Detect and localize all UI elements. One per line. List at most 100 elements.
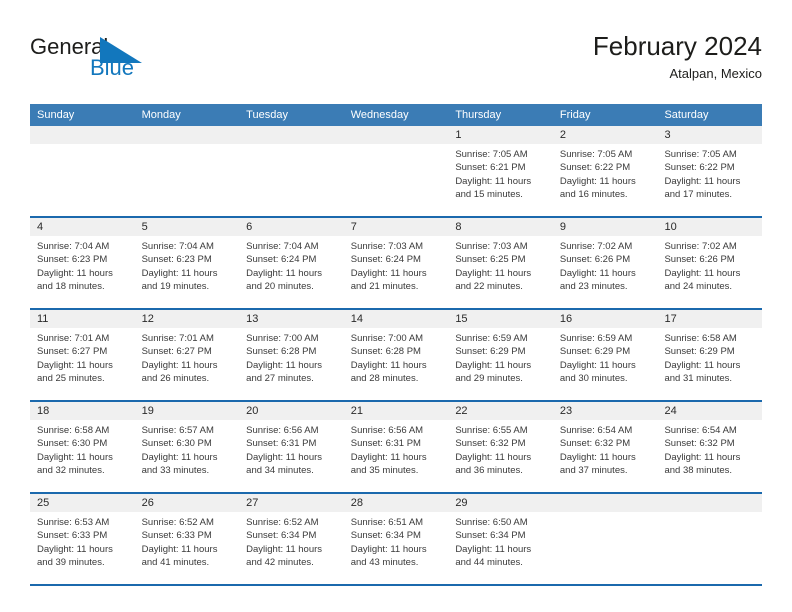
day-details: Sunrise: 7:00 AM Sunset: 6:28 PM Daylight:… xyxy=(344,328,449,386)
calendar-day-cell[interactable]: 25 Sunrise: 6:53 AM Sunset: 6:33 PM Dayligh… xyxy=(30,494,135,584)
calendar-day-cell[interactable]: 10 Sunrise: 7:02 AM Sunset: 6:26 PM Dayligh… xyxy=(657,218,763,308)
sunset-text: Sunset: 6:22 PM xyxy=(559,162,631,174)
day-number-bar: 14 xyxy=(343,310,449,328)
day-details: Sunrise: 6:52 AM Sunset: 6:34 PM Daylight:… xyxy=(239,512,344,570)
day-number-bar xyxy=(657,494,763,512)
day-number: 3 xyxy=(664,129,671,141)
weekday-header-row: Sunday Monday Tuesday Wednesday Thursday… xyxy=(30,104,762,126)
calendar-day-cell-empty xyxy=(239,126,344,216)
weekday-header-wednesday: Wednesday xyxy=(350,109,409,121)
calendar-day-cell[interactable]: 7 Sunrise: 7:03 AM Sunset: 6:24 PM Daylight… xyxy=(343,218,449,308)
daylight-text-cont: and 17 minutes. xyxy=(664,189,733,201)
day-number-bar: 10 xyxy=(657,218,763,236)
day-number: 8 xyxy=(455,221,462,233)
calendar-day-cell[interactable]: 24 Sunrise: 6:54 AM Sunset: 6:32 PM Dayligh… xyxy=(657,402,763,492)
calendar-table: Sunday Monday Tuesday Wednesday Thursday… xyxy=(30,104,763,586)
calendar-day-cell[interactable]: 5 Sunrise: 7:04 AM Sunset: 6:23 PM Daylight… xyxy=(134,218,240,308)
calendar-day-cell[interactable]: 21 Sunrise: 6:56 AM Sunset: 6:31 PM Dayligh… xyxy=(343,402,449,492)
calendar-day-cell[interactable]: 19 Sunrise: 6:57 AM Sunset: 6:30 PM Dayligh… xyxy=(134,402,240,492)
day-number: 7 xyxy=(350,221,357,233)
day-number: 10 xyxy=(664,221,677,233)
weekday-header-sunday: Sunday xyxy=(37,109,75,121)
calendar-day-cell[interactable]: 28 Sunrise: 6:51 AM Sunset: 6:34 PM Dayligh… xyxy=(343,494,449,584)
day-number-bar: 28 xyxy=(343,494,449,512)
sunrise-text: Sunrise: 7:05 AM xyxy=(455,149,528,160)
sunset-text: Sunset: 6:29 PM xyxy=(559,346,631,358)
day-number: 29 xyxy=(455,497,468,509)
weekday-header-thursday: Thursday xyxy=(455,109,502,121)
daylight-text: Daylight: 11 hours xyxy=(350,543,427,555)
day-number-bar: 22 xyxy=(448,402,553,420)
calendar-week-row: 11 Sunrise: 7:01 AM Sunset: 6:27 PM Dayligh… xyxy=(30,308,763,400)
calendar-day-cell[interactable]: 26 Sunrise: 6:52 AM Sunset: 6:33 PM Dayligh… xyxy=(134,494,240,584)
calendar-day-cell[interactable]: 15 Sunrise: 6:59 AM Sunset: 6:29 PM Dayligh… xyxy=(448,310,553,400)
calendar-day-cell[interactable]: 13 Sunrise: 7:00 AM Sunset: 6:28 PM Dayligh… xyxy=(239,310,344,400)
daylight-text-cont: and 21 minutes. xyxy=(350,281,419,293)
calendar-day-cell[interactable]: 14 Sunrise: 7:00 AM Sunset: 6:28 PM Dayligh… xyxy=(343,310,449,400)
sunrise-text: Sunrise: 6:53 AM xyxy=(37,517,110,528)
daylight-text: Daylight: 11 hours xyxy=(559,267,636,279)
daylight-text-cont: and 24 minutes. xyxy=(664,281,733,293)
calendar-day-cell[interactable]: 3 Sunrise: 7:05 AM Sunset: 6:22 PM Daylight… xyxy=(657,126,763,216)
sunset-text: Sunset: 6:26 PM xyxy=(664,254,735,266)
calendar-week-row: 1 Sunrise: 7:05 AM Sunset: 6:21 PM Daylight… xyxy=(30,126,763,216)
day-number-bar: 9 xyxy=(552,218,658,236)
daylight-text-cont: and 38 minutes. xyxy=(664,465,733,477)
calendar-day-cell[interactable]: 11 Sunrise: 7:01 AM Sunset: 6:27 PM Dayligh… xyxy=(30,310,135,400)
sunset-text: Sunset: 6:32 PM xyxy=(559,438,631,450)
calendar-day-cell[interactable]: 29 Sunrise: 6:50 AM Sunset: 6:34 PM Dayligh… xyxy=(448,494,553,584)
day-number: 2 xyxy=(559,129,567,141)
calendar-day-cell[interactable]: 23 Sunrise: 6:54 AM Sunset: 6:32 PM Dayligh… xyxy=(552,402,658,492)
daylight-text: Daylight: 11 hours xyxy=(664,451,741,463)
day-details: Sunrise: 6:58 AM Sunset: 6:30 PM Daylight:… xyxy=(30,420,135,478)
sunset-text: Sunset: 6:34 PM xyxy=(350,530,421,542)
calendar-day-cell[interactable]: 4 Sunrise: 7:04 AM Sunset: 6:23 PM Daylight… xyxy=(30,218,135,308)
daylight-text-cont: and 33 minutes. xyxy=(141,465,210,477)
calendar-day-cell[interactable]: 2 Sunrise: 7:05 AM Sunset: 6:22 PM Daylight… xyxy=(552,126,658,216)
day-number-bar: 27 xyxy=(239,494,344,512)
sunrise-text: Sunrise: 6:56 AM xyxy=(350,425,424,436)
sunset-text: Sunset: 6:30 PM xyxy=(37,438,108,450)
daylight-text-cont: and 29 minutes. xyxy=(455,373,523,385)
daylight-text-cont: and 19 minutes. xyxy=(141,281,210,293)
day-details: Sunrise: 6:59 AM Sunset: 6:29 PM Daylight:… xyxy=(553,328,658,386)
day-number: 9 xyxy=(559,221,567,233)
calendar-day-cell[interactable]: 20 Sunrise: 6:56 AM Sunset: 6:31 PM Dayligh… xyxy=(239,402,344,492)
day-number-bar: 11 xyxy=(30,310,135,328)
calendar-day-cell[interactable]: 9 Sunrise: 7:02 AM Sunset: 6:26 PM Daylight… xyxy=(552,218,658,308)
day-details: Sunrise: 7:04 AM Sunset: 6:24 PM Daylight:… xyxy=(239,236,344,294)
daylight-text: Daylight: 11 hours xyxy=(559,175,636,187)
sunset-text: Sunset: 6:25 PM xyxy=(455,254,526,266)
sunset-text: Sunset: 6:34 PM xyxy=(455,530,526,542)
calendar-day-cell[interactable]: 1 Sunrise: 7:05 AM Sunset: 6:21 PM Daylight… xyxy=(448,126,553,216)
brand-logo[interactable]: General Blue xyxy=(30,35,180,87)
calendar-day-cell[interactable]: 27 Sunrise: 6:52 AM Sunset: 6:34 PM Dayligh… xyxy=(239,494,344,584)
daylight-text-cont: and 23 minutes. xyxy=(559,281,628,293)
day-number: 23 xyxy=(559,405,573,417)
day-number: 21 xyxy=(350,405,363,417)
sunrise-text: Sunrise: 6:52 AM xyxy=(141,517,214,528)
calendar-day-cell[interactable]: 18 Sunrise: 6:58 AM Sunset: 6:30 PM Dayligh… xyxy=(30,402,135,492)
day-details: Sunrise: 6:53 AM Sunset: 6:33 PM Daylight:… xyxy=(30,512,135,570)
day-details: Sunrise: 6:57 AM Sunset: 6:30 PM Daylight:… xyxy=(135,420,240,478)
calendar-day-cell[interactable]: 22 Sunrise: 6:55 AM Sunset: 6:32 PM Dayligh… xyxy=(448,402,553,492)
daylight-text: Daylight: 11 hours xyxy=(455,451,532,463)
day-number-bar: 29 xyxy=(448,494,553,512)
calendar-day-cell[interactable]: 17 Sunrise: 6:58 AM Sunset: 6:29 PM Dayligh… xyxy=(657,310,763,400)
sunset-text: Sunset: 6:32 PM xyxy=(455,438,526,450)
day-number-bar: 13 xyxy=(239,310,344,328)
day-details: Sunrise: 6:51 AM Sunset: 6:34 PM Daylight:… xyxy=(344,512,449,570)
calendar-day-cell[interactable]: 8 Sunrise: 7:03 AM Sunset: 6:25 PM Daylight… xyxy=(448,218,553,308)
calendar-day-cell[interactable]: 12 Sunrise: 7:01 AM Sunset: 6:27 PM Dayligh… xyxy=(134,310,240,400)
sunset-text: Sunset: 6:23 PM xyxy=(141,254,212,266)
day-number-bar: 19 xyxy=(134,402,240,420)
sunrise-text: Sunrise: 7:00 AM xyxy=(350,333,424,344)
day-number-bar: 18 xyxy=(30,402,135,420)
day-details xyxy=(239,144,344,148)
day-details: Sunrise: 7:01 AM Sunset: 6:27 PM Daylight:… xyxy=(135,328,240,386)
day-number: 6 xyxy=(246,221,253,233)
calendar-day-cell[interactable]: 16 Sunrise: 6:59 AM Sunset: 6:29 PM Dayligh… xyxy=(552,310,658,400)
day-number: 11 xyxy=(37,313,49,325)
daylight-text: Daylight: 11 hours xyxy=(455,359,532,371)
calendar-day-cell[interactable]: 6 Sunrise: 7:04 AM Sunset: 6:24 PM Daylight… xyxy=(239,218,344,308)
